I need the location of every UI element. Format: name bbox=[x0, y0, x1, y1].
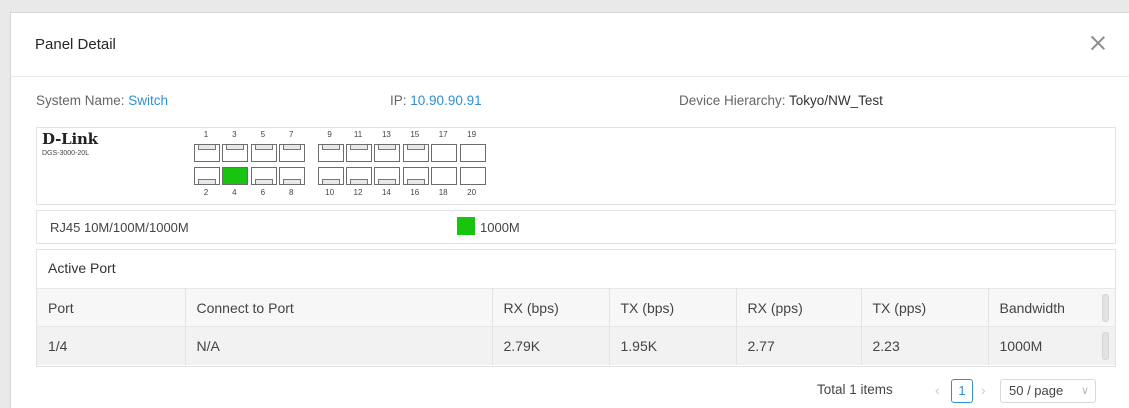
column-header-tx-pps: TX (pps) bbox=[861, 288, 989, 327]
column-header-rx-bps: RX (bps) bbox=[492, 288, 610, 327]
dialog-header: Panel Detail bbox=[11, 13, 1129, 77]
port-number-label: 8 bbox=[288, 188, 294, 197]
port-3[interactable] bbox=[222, 144, 249, 162]
port-number-label: 12 bbox=[353, 188, 363, 197]
port-number-label: 20 bbox=[467, 188, 477, 197]
port-19[interactable] bbox=[459, 144, 486, 162]
port-number-label: 14 bbox=[381, 188, 391, 197]
table-row[interactable]: 1/4 N/A 2.79K 1.95K 2.77 2.23 1000M bbox=[37, 326, 1115, 365]
port-number-label: 9 bbox=[327, 130, 332, 139]
chevron-right-icon[interactable]: › bbox=[981, 382, 986, 398]
port-16[interactable] bbox=[402, 167, 429, 185]
port-5[interactable] bbox=[250, 144, 277, 162]
device-hierarchy-label: Device Hierarchy: bbox=[679, 93, 786, 108]
chevron-down-icon: ∨ bbox=[1080, 385, 1089, 397]
port-18[interactable] bbox=[431, 167, 458, 185]
legend-color-swatch bbox=[457, 217, 475, 235]
close-icon[interactable] bbox=[1088, 33, 1108, 53]
port-8[interactable] bbox=[279, 167, 306, 185]
port-number-label: 19 bbox=[467, 130, 477, 139]
cell-port: 1/4 bbox=[37, 326, 186, 365]
legend-speed-label: 1000M bbox=[480, 220, 520, 235]
dialog-title: Panel Detail bbox=[35, 36, 116, 53]
ip-value[interactable]: 10.90.90.91 bbox=[410, 93, 481, 108]
page-size-value: 50 / page bbox=[1009, 383, 1064, 398]
port-13[interactable] bbox=[374, 144, 401, 162]
port-9[interactable] bbox=[317, 144, 344, 162]
port-number-label: 15 bbox=[410, 130, 420, 139]
port-number-label: 3 bbox=[232, 130, 237, 139]
cell-connect-to-port: N/A bbox=[185, 326, 493, 365]
panel-detail-dialog: Panel Detail System Name: Switch IP: 10.… bbox=[10, 12, 1129, 408]
column-header-connect-to-port: Connect to Port bbox=[185, 288, 493, 327]
port-number-label: 2 bbox=[203, 188, 209, 197]
ip-label: IP: bbox=[390, 93, 407, 108]
page-button-1[interactable]: 1 bbox=[951, 379, 973, 403]
port-number-label: 5 bbox=[260, 130, 266, 139]
device-hierarchy-value: Tokyo/NW_Test bbox=[789, 93, 883, 108]
port-number-label: 16 bbox=[410, 188, 420, 197]
column-header-port: Port bbox=[37, 288, 186, 327]
port-number-label: 18 bbox=[438, 188, 448, 197]
port-number-label: 1 bbox=[203, 130, 209, 139]
column-header-bandwidth: Bandwidth bbox=[988, 288, 1115, 327]
port-20[interactable] bbox=[459, 167, 486, 185]
active-port-section: Active Port Port Connect to Port RX (bps… bbox=[36, 249, 1116, 367]
port-1[interactable] bbox=[194, 144, 220, 162]
cell-rx-pps: 2.77 bbox=[736, 326, 862, 365]
port-number-label: 4 bbox=[232, 188, 237, 197]
port-number-label: 6 bbox=[260, 188, 266, 197]
port-4[interactable] bbox=[222, 167, 249, 185]
ip-info: IP: 10.90.90.91 bbox=[390, 93, 482, 108]
column-header-tx-bps: TX (bps) bbox=[609, 288, 737, 327]
cell-tx-bps: 1.95K bbox=[609, 326, 737, 365]
page-size-select[interactable]: 50 / page ∨ bbox=[1000, 379, 1096, 403]
system-name-label: System Name: bbox=[36, 93, 125, 108]
cell-tx-pps: 2.23 bbox=[861, 326, 989, 365]
cell-rx-bps: 2.79K bbox=[492, 326, 610, 365]
port-2[interactable] bbox=[194, 167, 220, 185]
port-12[interactable] bbox=[346, 167, 372, 185]
table-header-row: Port Connect to Port RX (bps) TX (bps) R… bbox=[37, 288, 1115, 327]
column-header-rx-pps: RX (pps) bbox=[736, 288, 862, 327]
port-7[interactable] bbox=[279, 144, 306, 162]
active-port-title: Active Port bbox=[48, 260, 116, 276]
port-14[interactable] bbox=[374, 167, 401, 185]
port-number-label: 13 bbox=[381, 130, 391, 139]
device-model: DGS-3000-20L bbox=[42, 150, 90, 157]
system-name-value[interactable]: Switch bbox=[128, 93, 168, 108]
port-10[interactable] bbox=[317, 167, 344, 185]
chevron-left-icon[interactable]: ‹ bbox=[935, 382, 940, 398]
port-number-label: 17 bbox=[438, 130, 448, 139]
brand-logo: D-Link bbox=[42, 130, 98, 148]
cell-bandwidth: 1000M bbox=[999, 337, 1043, 354]
port-legend: RJ45 10M/100M/1000M 1000M bbox=[36, 210, 1116, 244]
table-scrollbar[interactable] bbox=[1102, 332, 1109, 360]
port-17[interactable] bbox=[431, 144, 458, 162]
port-number-label: 10 bbox=[325, 188, 335, 197]
port-number-label: 7 bbox=[288, 130, 294, 139]
port-15[interactable] bbox=[402, 144, 429, 162]
port-11[interactable] bbox=[346, 144, 372, 162]
switch-front-panel: D-Link DGS-3000-20L 1 3 5 7 9 11 13 15 17 19 2 4 6 8 1… bbox=[36, 127, 1116, 205]
system-name-info: System Name: Switch bbox=[36, 93, 168, 108]
active-port-table: Port Connect to Port RX (bps) TX (bps) R… bbox=[37, 288, 1115, 365]
port-6[interactable] bbox=[250, 167, 277, 185]
legend-port-type: RJ45 10M/100M/1000M bbox=[50, 220, 189, 235]
header-scrollbar[interactable] bbox=[1102, 294, 1109, 322]
pagination-total: Total 1 items bbox=[817, 382, 893, 397]
port-number-label: 11 bbox=[353, 130, 363, 139]
device-hierarchy-info: Device Hierarchy: Tokyo/NW_Test bbox=[679, 93, 883, 108]
